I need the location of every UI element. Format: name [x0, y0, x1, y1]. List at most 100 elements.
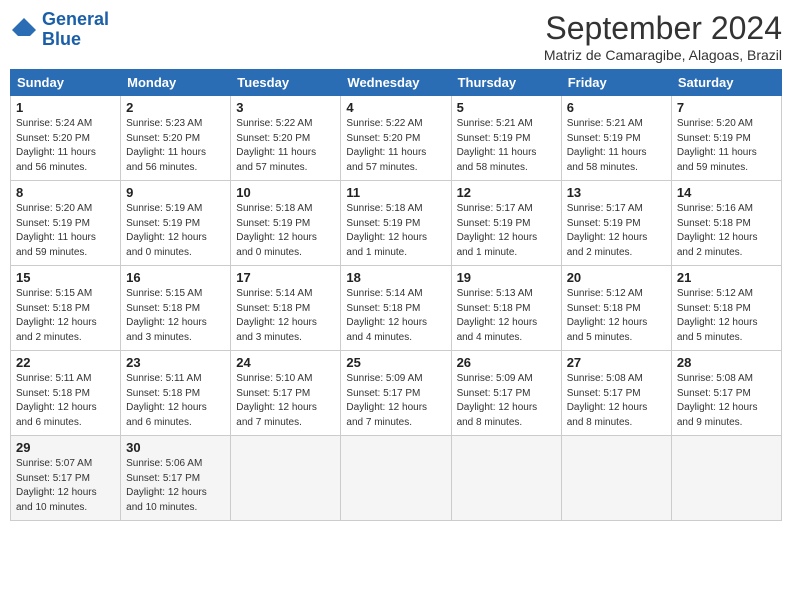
calendar-cell: 13Sunrise: 5:17 AM Sunset: 5:19 PM Dayli…	[561, 181, 671, 266]
day-info: Sunrise: 5:12 AM Sunset: 5:18 PM Dayligh…	[567, 287, 666, 345]
day-number: 29	[16, 440, 115, 455]
day-info: Sunrise: 5:23 AM Sunset: 5:20 PM Dayligh…	[126, 117, 225, 175]
day-number: 2	[126, 100, 225, 115]
day-info: Sunrise: 5:13 AM Sunset: 5:18 PM Dayligh…	[457, 287, 556, 345]
calendar-cell	[451, 436, 561, 521]
day-info: Sunrise: 5:11 AM Sunset: 5:18 PM Dayligh…	[126, 372, 225, 430]
calendar-row: 8 Sunrise: 5:20 AM Sunset: 5:19 PM Daylig…	[11, 181, 782, 266]
day-number: 10	[236, 185, 335, 200]
calendar-cell: 26 Sunrise: 5:09 AM Sunset: 5:17 PM Dayli…	[451, 351, 561, 436]
weekday-header-row: Sunday Monday Tuesday Wednesday Thursday…	[11, 70, 782, 96]
day-info: Sunrise: 5:21 AM Sunset: 5:19 PM Dayligh…	[457, 117, 556, 175]
calendar-cell: 23 Sunrise: 5:11 AM Sunset: 5:18 PM Dayli…	[121, 351, 231, 436]
day-number: 23	[126, 355, 225, 370]
day-number: 28	[677, 355, 776, 370]
day-number: 6	[567, 100, 666, 115]
day-number: 14	[677, 185, 776, 200]
calendar-cell	[671, 436, 781, 521]
day-number: 18	[346, 270, 445, 285]
logo-icon	[10, 16, 38, 44]
day-number: 9	[126, 185, 225, 200]
calendar-cell: 5 Sunrise: 5:21 AM Sunset: 5:19 PM Daylig…	[451, 96, 561, 181]
calendar-cell	[341, 436, 451, 521]
day-number: 27	[567, 355, 666, 370]
day-number: 25	[346, 355, 445, 370]
calendar-cell: 8 Sunrise: 5:20 AM Sunset: 5:19 PM Daylig…	[11, 181, 121, 266]
calendar-cell: 21 Sunrise: 5:12 AM Sunset: 5:18 PM Dayli…	[671, 266, 781, 351]
day-info: Sunrise: 5:08 AM Sunset: 5:17 PM Dayligh…	[567, 372, 666, 430]
day-number: 3	[236, 100, 335, 115]
calendar-cell: 4Sunrise: 5:22 AM Sunset: 5:20 PM Daylig…	[341, 96, 451, 181]
calendar-cell: 25 Sunrise: 5:09 AM Sunset: 5:17 PM Dayli…	[341, 351, 451, 436]
page-container: General Blue September 2024 Matriz de Ca…	[10, 10, 782, 521]
logo: General Blue	[10, 10, 109, 50]
day-number: 12	[457, 185, 556, 200]
title-block: September 2024 Matriz de Camaragibe, Ala…	[544, 10, 782, 63]
calendar-cell: 28 Sunrise: 5:08 AM Sunset: 5:17 PM Dayli…	[671, 351, 781, 436]
day-info: Sunrise: 5:09 AM Sunset: 5:17 PM Dayligh…	[346, 372, 445, 430]
calendar-cell: 20 Sunrise: 5:12 AM Sunset: 5:18 PM Dayli…	[561, 266, 671, 351]
calendar-cell: 6 Sunrise: 5:21 AM Sunset: 5:19 PM Daylig…	[561, 96, 671, 181]
day-info: Sunrise: 5:07 AM Sunset: 5:17 PM Dayligh…	[16, 457, 115, 515]
calendar-cell: 19 Sunrise: 5:13 AM Sunset: 5:18 PM Dayli…	[451, 266, 561, 351]
calendar-row: 22 Sunrise: 5:11 AM Sunset: 5:18 PM Dayli…	[11, 351, 782, 436]
calendar-cell: 15Sunrise: 5:15 AM Sunset: 5:18 PM Dayli…	[11, 266, 121, 351]
day-info: Sunrise: 5:17 AM Sunset: 5:19 PM Dayligh…	[457, 202, 556, 260]
calendar-cell: 17Sunrise: 5:14 AM Sunset: 5:18 PM Dayli…	[231, 266, 341, 351]
day-info: Sunrise: 5:21 AM Sunset: 5:19 PM Dayligh…	[567, 117, 666, 175]
day-number: 20	[567, 270, 666, 285]
day-info: Sunrise: 5:14 AM Sunset: 5:18 PM Dayligh…	[346, 287, 445, 345]
day-info: Sunrise: 5:19 AM Sunset: 5:19 PM Dayligh…	[126, 202, 225, 260]
th-saturday: Saturday	[671, 70, 781, 96]
day-info: Sunrise: 5:06 AM Sunset: 5:17 PM Dayligh…	[126, 457, 225, 515]
day-info: Sunrise: 5:20 AM Sunset: 5:19 PM Dayligh…	[677, 117, 776, 175]
day-number: 24	[236, 355, 335, 370]
day-number: 5	[457, 100, 556, 115]
day-info: Sunrise: 5:09 AM Sunset: 5:17 PM Dayligh…	[457, 372, 556, 430]
th-sunday: Sunday	[11, 70, 121, 96]
day-number: 1	[16, 100, 115, 115]
day-info: Sunrise: 5:10 AM Sunset: 5:17 PM Dayligh…	[236, 372, 335, 430]
day-info: Sunrise: 5:14 AM Sunset: 5:18 PM Dayligh…	[236, 287, 335, 345]
th-monday: Monday	[121, 70, 231, 96]
calendar-table: Sunday Monday Tuesday Wednesday Thursday…	[10, 69, 782, 521]
day-number: 21	[677, 270, 776, 285]
calendar-cell: 29 Sunrise: 5:07 AM Sunset: 5:17 PM Dayli…	[11, 436, 121, 521]
day-number: 13	[567, 185, 666, 200]
day-number: 30	[126, 440, 225, 455]
day-info: Sunrise: 5:24 AM Sunset: 5:20 PM Dayligh…	[16, 117, 115, 175]
day-number: 7	[677, 100, 776, 115]
day-info: Sunrise: 5:18 AM Sunset: 5:19 PM Dayligh…	[346, 202, 445, 260]
day-info: Sunrise: 5:11 AM Sunset: 5:18 PM Dayligh…	[16, 372, 115, 430]
day-number: 26	[457, 355, 556, 370]
day-number: 8	[16, 185, 115, 200]
calendar-cell: 16Sunrise: 5:15 AM Sunset: 5:18 PM Dayli…	[121, 266, 231, 351]
day-number: 4	[346, 100, 445, 115]
th-thursday: Thursday	[451, 70, 561, 96]
calendar-cell: 3 Sunrise: 5:22 AM Sunset: 5:20 PM Daylig…	[231, 96, 341, 181]
day-number: 11	[346, 185, 445, 200]
page-header: General Blue September 2024 Matriz de Ca…	[10, 10, 782, 63]
day-info: Sunrise: 5:22 AM Sunset: 5:20 PM Dayligh…	[236, 117, 335, 175]
calendar-cell: 18 Sunrise: 5:14 AM Sunset: 5:18 PM Dayli…	[341, 266, 451, 351]
th-tuesday: Tuesday	[231, 70, 341, 96]
day-number: 22	[16, 355, 115, 370]
day-info: Sunrise: 5:20 AM Sunset: 5:19 PM Dayligh…	[16, 202, 115, 260]
calendar-cell: 7 Sunrise: 5:20 AM Sunset: 5:19 PM Daylig…	[671, 96, 781, 181]
calendar-row: 15Sunrise: 5:15 AM Sunset: 5:18 PM Dayli…	[11, 266, 782, 351]
calendar-cell: 30 Sunrise: 5:06 AM Sunset: 5:17 PM Dayli…	[121, 436, 231, 521]
calendar-row: 1 Sunrise: 5:24 AM Sunset: 5:20 PM Daylig…	[11, 96, 782, 181]
day-info: Sunrise: 5:15 AM Sunset: 5:18 PM Dayligh…	[126, 287, 225, 345]
calendar-cell	[561, 436, 671, 521]
th-wednesday: Wednesday	[341, 70, 451, 96]
calendar-cell: 22 Sunrise: 5:11 AM Sunset: 5:18 PM Dayli…	[11, 351, 121, 436]
day-number: 19	[457, 270, 556, 285]
day-info: Sunrise: 5:12 AM Sunset: 5:18 PM Dayligh…	[677, 287, 776, 345]
location-title: Matriz de Camaragibe, Alagoas, Brazil	[544, 47, 782, 63]
calendar-cell: 11 Sunrise: 5:18 AM Sunset: 5:19 PM Dayli…	[341, 181, 451, 266]
logo-general: General	[42, 9, 109, 29]
logo-text: General Blue	[42, 10, 109, 50]
th-friday: Friday	[561, 70, 671, 96]
day-info: Sunrise: 5:08 AM Sunset: 5:17 PM Dayligh…	[677, 372, 776, 430]
calendar-cell: 9 Sunrise: 5:19 AM Sunset: 5:19 PM Daylig…	[121, 181, 231, 266]
